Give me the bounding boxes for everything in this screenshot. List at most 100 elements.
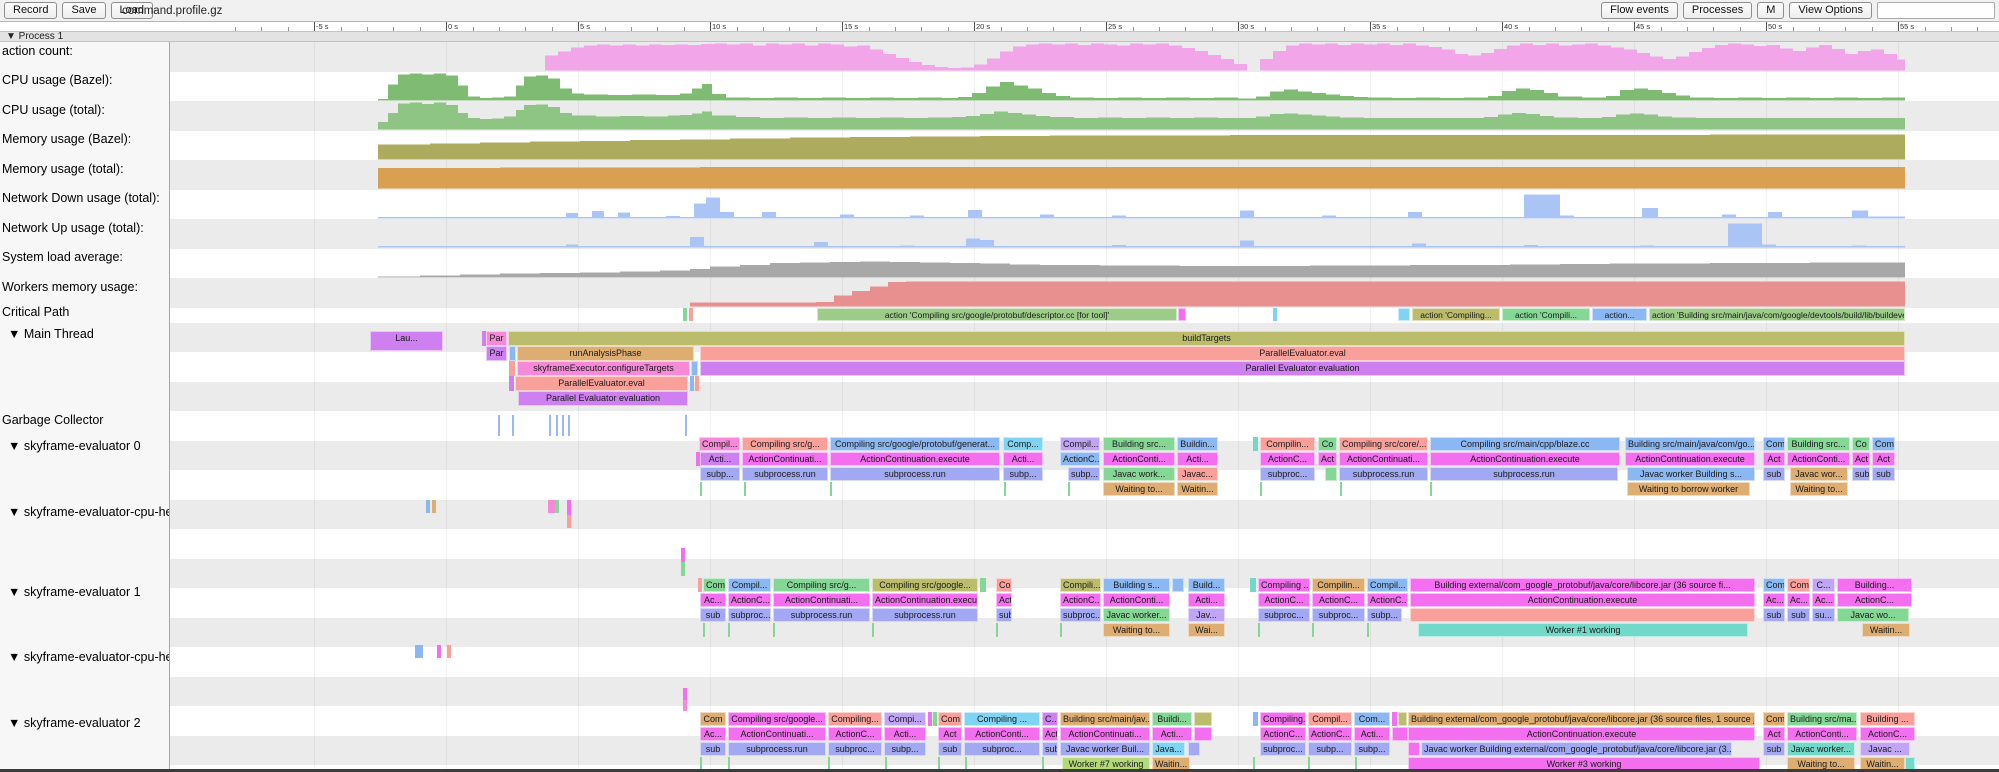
- trace-bar[interactable]: Lau...: [370, 331, 443, 351]
- trace-bar[interactable]: [1273, 308, 1277, 321]
- trace-bar[interactable]: subp...: [1308, 742, 1352, 756]
- trace-bar[interactable]: action 'Compiling...: [1412, 308, 1500, 321]
- trace-bar[interactable]: ActionC...: [728, 593, 771, 607]
- trace-bar[interactable]: sub: [1763, 467, 1785, 481]
- trace-bar[interactable]: subprocess.run: [742, 467, 828, 481]
- trace-bar[interactable]: Compiling...: [1260, 712, 1306, 726]
- trace-bar[interactable]: Building ...: [1860, 712, 1915, 726]
- trace-bar[interactable]: [1188, 742, 1200, 756]
- trace-bar[interactable]: ActionContinuation.execute: [1408, 727, 1755, 741]
- trace-bar[interactable]: sub: [996, 608, 1012, 622]
- trace-bar[interactable]: Compiling src/google/protobuf/generat...: [830, 437, 1000, 451]
- trace-bar[interactable]: ActionC...: [1367, 593, 1408, 607]
- trace-bar[interactable]: sub: [1763, 742, 1785, 756]
- chart-action-count[interactable]: [0, 42, 1999, 71]
- trace-bar[interactable]: [933, 712, 937, 726]
- trace-bar[interactable]: ActionContinuation.execute: [830, 452, 1000, 466]
- toolbar-search-box[interactable]: [1877, 2, 1995, 19]
- trace-bar[interactable]: ActionContinuati...: [1339, 452, 1428, 466]
- trace-bar[interactable]: subprocess.run: [830, 467, 1000, 481]
- trace-bar[interactable]: Par: [486, 331, 507, 346]
- trace-bar[interactable]: Com: [1787, 578, 1810, 592]
- trace-bar[interactable]: Compil...: [728, 578, 771, 592]
- trace-bar[interactable]: ActionC...: [1060, 593, 1101, 607]
- trace-bar[interactable]: subproc...: [1060, 608, 1101, 622]
- trace-bar[interactable]: sub: [1763, 608, 1785, 622]
- trace-bar[interactable]: Waitin...: [1177, 482, 1218, 496]
- trace-bar[interactable]: sub: [1852, 467, 1870, 481]
- trace-bar[interactable]: subprocess.run: [1430, 467, 1618, 481]
- trace-bar[interactable]: Javac wor...: [1790, 467, 1848, 481]
- trace-bar[interactable]: Act: [1763, 452, 1785, 466]
- trace-bar[interactable]: [695, 376, 699, 391]
- trace-bar[interactable]: Ac...: [700, 593, 726, 607]
- trace-bar[interactable]: [980, 578, 986, 592]
- trace-bar[interactable]: runAnalysisPhase: [517, 346, 694, 361]
- chart-memory-usage-total[interactable]: [0, 160, 1999, 189]
- trace-bar[interactable]: Com: [1763, 712, 1785, 726]
- trace-bar[interactable]: subp...: [1003, 467, 1043, 481]
- trace-bar[interactable]: Javac work...: [1103, 467, 1175, 481]
- trace-bar[interactable]: Compiling src/google...: [872, 578, 978, 592]
- trace-bar[interactable]: Co: [1318, 437, 1337, 451]
- trace-bar[interactable]: [690, 376, 694, 391]
- trace-bar[interactable]: ActionContinuation.execute: [1625, 452, 1755, 466]
- trace-bar[interactable]: Compilin...: [1312, 578, 1365, 592]
- trace-bar[interactable]: subproc...: [728, 608, 771, 622]
- trace-bar[interactable]: Com: [1763, 578, 1785, 592]
- record-button[interactable]: Record: [4, 2, 57, 19]
- trace-bar[interactable]: ParallelEvaluator.eval: [515, 376, 688, 391]
- trace-bar[interactable]: [1194, 727, 1212, 741]
- trace-bar[interactable]: Java...: [1152, 742, 1185, 756]
- trace-bar[interactable]: action 'Compiling src/google/protobuf/de…: [817, 308, 1177, 321]
- trace-bar[interactable]: Compiling src/google...: [728, 712, 826, 726]
- trace-bar[interactable]: [1194, 712, 1212, 726]
- trace-bar[interactable]: Acti...: [700, 452, 740, 466]
- trace-bar[interactable]: Javac...: [1177, 467, 1218, 481]
- trace-bar[interactable]: Ac...: [700, 727, 726, 741]
- trace-bar[interactable]: Compil...: [699, 437, 740, 451]
- trace-bar[interactable]: Worker #1 working: [1418, 623, 1748, 637]
- trace-bar[interactable]: Wai...: [1188, 623, 1225, 637]
- trace-bar[interactable]: Acti...: [1042, 727, 1058, 741]
- label-skyframe-evaluator-cpu-heavy-1[interactable]: ▼ skyframe-evaluator-cpu-heavy-: [8, 505, 170, 519]
- trace-bar[interactable]: ActionC...: [1258, 593, 1310, 607]
- trace-bar[interactable]: [1253, 712, 1258, 726]
- trace-bar[interactable]: Ac...: [1763, 593, 1785, 607]
- trace-bar[interactable]: su...: [1812, 608, 1835, 622]
- trace-bar[interactable]: ActionConti...: [1103, 593, 1170, 607]
- trace-bar[interactable]: [1398, 712, 1407, 726]
- trace-bar[interactable]: Compil...: [1367, 578, 1408, 592]
- trace-bar[interactable]: Compil...: [1060, 437, 1100, 451]
- trace-bar[interactable]: Build...: [1188, 578, 1225, 592]
- label-main-thread[interactable]: ▼ Main Thread: [8, 327, 94, 341]
- trace-bar[interactable]: ActionConti...: [1103, 452, 1175, 466]
- trace-bar[interactable]: ActionC...: [1308, 727, 1352, 741]
- trace-bar[interactable]: Compili...: [1060, 578, 1101, 592]
- trace-bar[interactable]: [683, 688, 687, 700]
- trace-bar[interactable]: subproc...: [1260, 467, 1315, 481]
- trace-bar[interactable]: Com...: [1354, 712, 1390, 726]
- trace-bar[interactable]: [1392, 712, 1397, 726]
- trace-bar[interactable]: C...: [1042, 712, 1058, 726]
- trace-bar[interactable]: sub: [938, 742, 962, 756]
- label-skyframe-evaluator-cpu-heavy-2[interactable]: ▼ skyframe-evaluator-cpu-heavy-: [8, 650, 170, 664]
- view-options-button[interactable]: View Options: [1789, 2, 1872, 19]
- trace-bar[interactable]: subp...: [700, 467, 740, 481]
- trace-bar[interactable]: Compilin...: [1260, 437, 1315, 451]
- trace-bar[interactable]: [689, 308, 693, 321]
- trace-bar[interactable]: [691, 361, 698, 376]
- trace-bar[interactable]: [1398, 308, 1410, 321]
- trace-bar[interactable]: Act: [996, 593, 1012, 607]
- trace-bar[interactable]: Ac...: [1787, 593, 1810, 607]
- trace-bar[interactable]: ActionContinuati...: [1060, 727, 1150, 741]
- trace-bar[interactable]: Act: [1318, 452, 1337, 466]
- trace-bar[interactable]: [1250, 578, 1256, 592]
- trace-bar[interactable]: Building s...: [1103, 578, 1170, 592]
- trace-bar[interactable]: ActionConti...: [964, 727, 1040, 741]
- trace-bar[interactable]: [432, 500, 436, 513]
- trace-bar[interactable]: Acti...: [1177, 452, 1218, 466]
- trace-bar[interactable]: ActionContinuati...: [742, 452, 828, 466]
- trace-bar[interactable]: Building external/com_google_protobuf/ja…: [1408, 712, 1755, 726]
- trace-bar[interactable]: [509, 346, 516, 361]
